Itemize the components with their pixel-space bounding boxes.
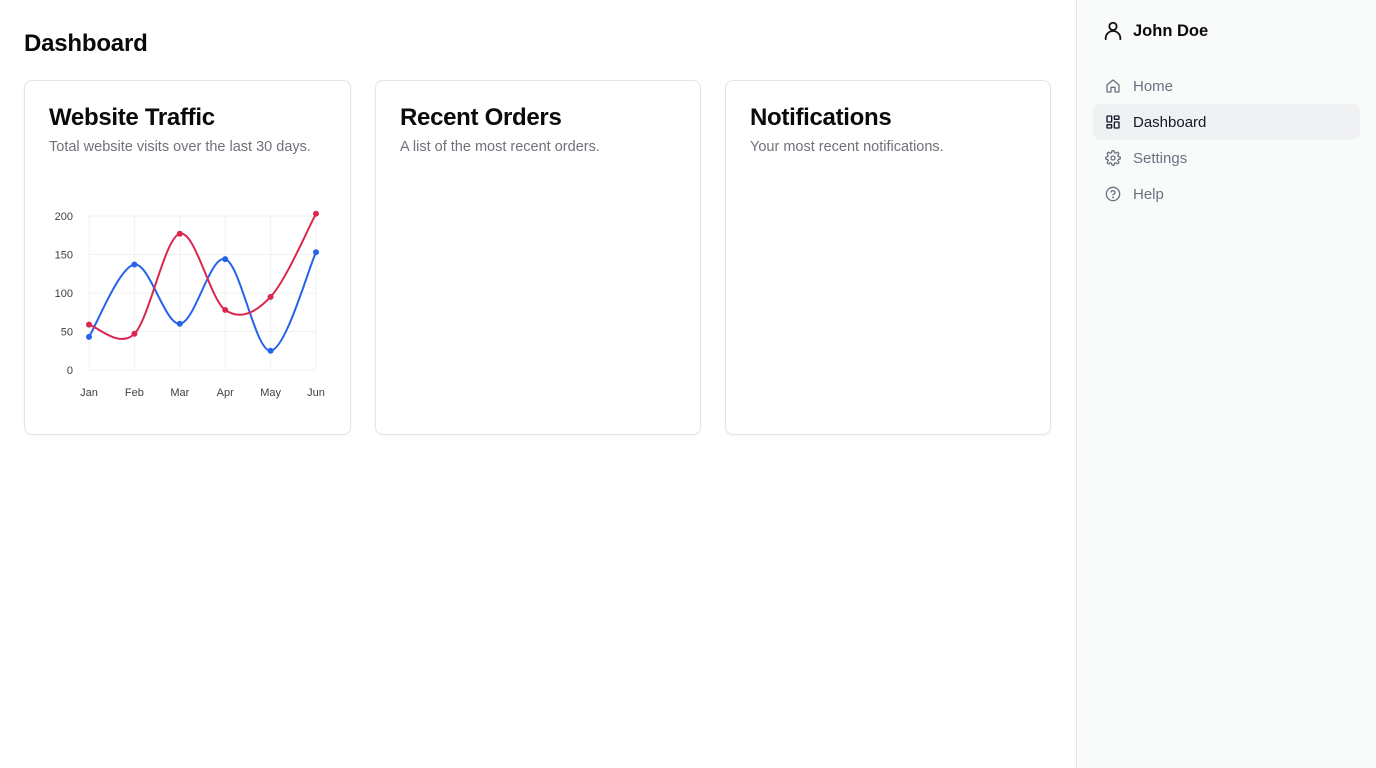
user-icon [1101, 19, 1125, 43]
sidebar-item-dashboard[interactable]: Dashboard [1093, 104, 1360, 140]
x-tick-label: May [260, 387, 281, 399]
data-point [267, 347, 274, 354]
series-line-1 [88, 213, 317, 340]
card-description: A list of the most recent orders. [400, 139, 600, 155]
card-title: Notifications [750, 104, 892, 131]
data-point [313, 249, 319, 256]
sidebar-item-label: Settings [1133, 149, 1188, 167]
x-tick-label: Jan [80, 387, 98, 399]
sidebar: John Doe Home Dashboard Settings Help [1076, 0, 1376, 768]
x-tick-label: Jun [307, 387, 325, 399]
main-content: Dashboard Website Traffic Total website … [0, 0, 1076, 768]
cards-row: Website Traffic Total website visits ove… [24, 80, 1051, 435]
card-title: Recent Orders [400, 104, 562, 131]
notifications-card: Notifications Your most recent notificat… [725, 80, 1051, 435]
data-point [176, 230, 183, 237]
data-point [222, 306, 229, 313]
data-point [86, 321, 92, 328]
data-point [86, 333, 92, 340]
data-point [131, 261, 138, 268]
dashboard-icon [1105, 114, 1121, 130]
sidebar-item-help[interactable]: Help [1093, 176, 1360, 212]
sidebar-item-label: Dashboard [1133, 113, 1207, 131]
sidebar-item-label: Help [1133, 185, 1164, 203]
sidebar-nav: Home Dashboard Settings Help [1093, 68, 1360, 212]
x-tick-label: Apr [217, 387, 234, 399]
data-point [176, 320, 183, 327]
y-tick-label: 0 [67, 365, 73, 377]
sidebar-item-settings[interactable]: Settings [1093, 140, 1360, 176]
y-tick-label: 200 [55, 211, 73, 223]
help-circle-icon [1105, 186, 1121, 202]
page-title: Dashboard [24, 30, 148, 57]
sidebar-item-home[interactable]: Home [1093, 68, 1360, 104]
sidebar-item-label: Home [1133, 77, 1174, 95]
y-tick-label: 50 [61, 327, 73, 339]
gear-icon [1105, 150, 1121, 166]
data-point [131, 330, 138, 337]
user-name: John Doe [1133, 21, 1209, 40]
website-traffic-card: Website Traffic Total website visits ove… [24, 80, 351, 435]
x-tick-label: Feb [125, 387, 144, 399]
traffic-line-chart: 0 50 100 150 200 Jan Feb Mar Apr May Jun [55, 210, 325, 399]
card-description: Your most recent notifications. [750, 139, 944, 155]
data-point [267, 293, 274, 300]
data-point [313, 210, 319, 217]
user-profile[interactable]: John Doe [1093, 16, 1360, 46]
home-icon [1105, 78, 1121, 94]
y-tick-label: 100 [55, 288, 73, 300]
recent-orders-card: Recent Orders A list of the most recent … [375, 80, 701, 435]
y-tick-label: 150 [55, 250, 73, 262]
x-tick-label: Mar [170, 387, 189, 399]
data-point [222, 256, 229, 263]
